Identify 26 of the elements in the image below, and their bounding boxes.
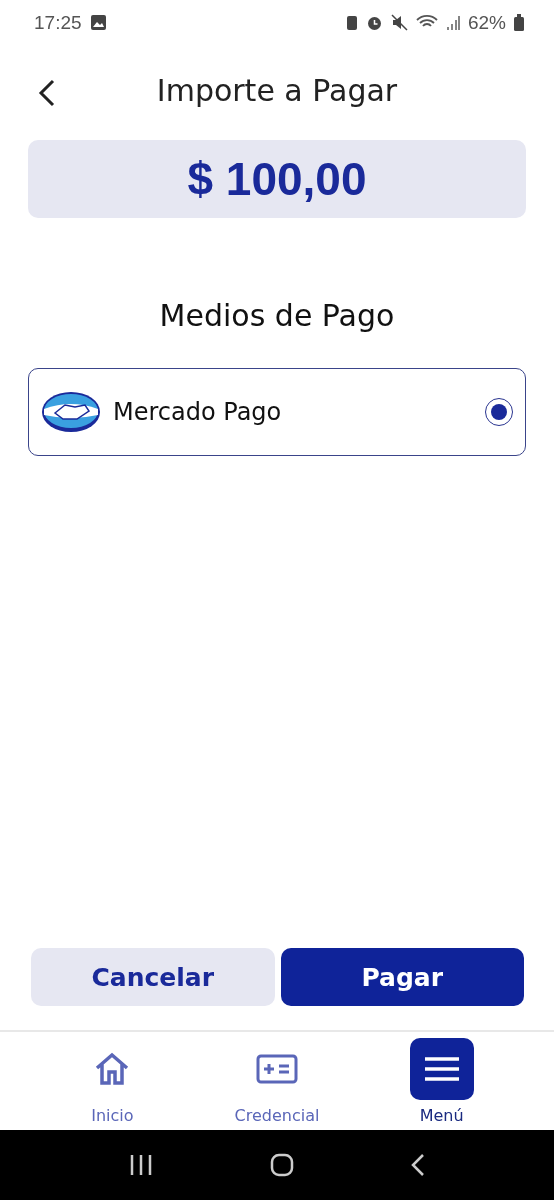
back-icon[interactable] — [411, 1153, 426, 1177]
pay-button[interactable]: Pagar — [280, 948, 524, 1006]
amount-value: $ 100,00 — [187, 152, 367, 206]
battery-percentage: 62% — [467, 11, 506, 34]
cancel-button[interactable]: Cancelar — [31, 948, 275, 1006]
signal-icon — [445, 14, 460, 31]
nav-tab-label[interactable]: Menú — [419, 1106, 464, 1125]
radio-button[interactable] — [485, 398, 513, 426]
home-icon[interactable] — [270, 1153, 294, 1177]
mute-icon — [390, 14, 408, 31]
id-card-icon — [256, 1054, 298, 1084]
payment-option-label: Mercado Pago — [113, 398, 283, 426]
nav-tab-button[interactable] — [409, 1038, 474, 1100]
recent-apps-icon[interactable] — [128, 1154, 153, 1176]
home-icon — [94, 1052, 131, 1086]
nav-tab-label[interactable]: Inicio — [91, 1106, 134, 1125]
back-icon — [38, 79, 56, 107]
page-title: Importe a Pagar — [156, 72, 398, 108]
nav-tab-label[interactable]: Credencial — [234, 1106, 320, 1125]
clock-time: 17:25 — [34, 11, 82, 34]
image-icon — [89, 14, 107, 31]
menu-icon — [424, 1056, 459, 1082]
payment-option[interactable]: Mercado Pago — [28, 368, 526, 456]
battery-icon — [514, 14, 524, 31]
section-title: Medios de Pago — [158, 298, 396, 333]
alarm-icon — [365, 14, 383, 31]
